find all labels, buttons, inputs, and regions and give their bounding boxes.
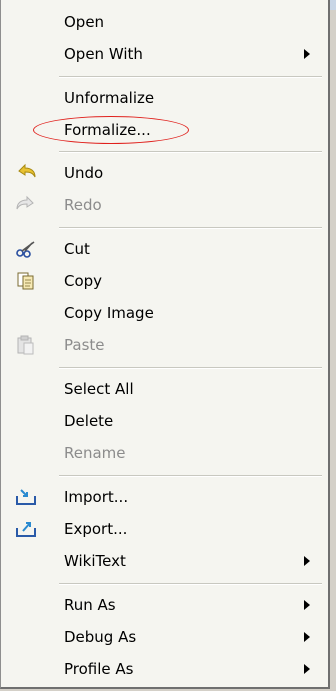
- menu-item-paste[interactable]: Paste: [1, 330, 327, 360]
- menu-separator: [59, 76, 322, 78]
- menu-item-label: Copy: [64, 272, 103, 290]
- import-icon: [15, 486, 37, 508]
- menu-item-cut[interactable]: Cut: [1, 234, 327, 264]
- menu-item-export[interactable]: Export...: [1, 514, 327, 544]
- menu-separator: [59, 367, 322, 369]
- context-menu: Open Open With Unformalize Formalize... …: [0, 0, 330, 689]
- menu-separator: [59, 151, 322, 153]
- menu-item-label: Paste: [64, 336, 105, 354]
- menu-item-open[interactable]: Open: [1, 7, 327, 37]
- undo-icon: [15, 162, 37, 184]
- submenu-arrow-icon: [304, 664, 310, 674]
- menu-item-label: Unformalize: [64, 89, 155, 107]
- menu-separator: [59, 475, 322, 477]
- copy-icon: [15, 270, 37, 292]
- menu-separator: [59, 227, 322, 229]
- export-icon: [15, 518, 37, 540]
- menu-item-label: Cut: [64, 240, 90, 258]
- annotation-circle: [33, 116, 189, 144]
- menu-item-unformalize[interactable]: Unformalize: [1, 83, 327, 113]
- menu-separator: [59, 583, 322, 585]
- menu-item-wikitext[interactable]: WikiText: [1, 546, 327, 576]
- menu-item-label: Select All: [64, 380, 134, 398]
- menu-item-label: Export...: [64, 520, 128, 538]
- menu-item-undo[interactable]: Undo: [1, 158, 327, 188]
- submenu-arrow-icon: [304, 600, 310, 610]
- menu-item-select-all[interactable]: Select All: [1, 374, 327, 404]
- menu-item-open-with[interactable]: Open With: [1, 39, 327, 69]
- menu-item-label: Run As: [64, 596, 116, 614]
- submenu-arrow-icon: [304, 556, 310, 566]
- redo-icon: [15, 194, 37, 216]
- menu-item-copy-image[interactable]: Copy Image: [1, 298, 327, 328]
- menu-item-import[interactable]: Import...: [1, 482, 327, 512]
- menu-item-label: Rename: [64, 444, 126, 462]
- menu-item-label: Import...: [64, 488, 129, 506]
- menu-item-label: Copy Image: [64, 304, 154, 322]
- menu-item-label: Undo: [64, 164, 104, 182]
- menu-item-label: Open With: [64, 45, 143, 63]
- menu-item-label: Debug As: [64, 628, 137, 646]
- menu-item-copy[interactable]: Copy: [1, 266, 327, 296]
- menu-item-label: Profile As: [64, 660, 134, 678]
- menu-item-run-as[interactable]: Run As: [1, 590, 327, 620]
- menu-item-debug-as[interactable]: Debug As: [1, 622, 327, 652]
- scissors-icon: [15, 238, 37, 260]
- menu-item-label: Delete: [64, 412, 114, 430]
- submenu-arrow-icon: [304, 632, 310, 642]
- menu-item-label: Redo: [64, 196, 102, 214]
- menu-item-redo[interactable]: Redo: [1, 190, 327, 220]
- menu-item-delete[interactable]: Delete: [1, 406, 327, 436]
- menu-item-rename[interactable]: Rename: [1, 438, 327, 468]
- menu-item-label: Open: [64, 13, 105, 31]
- menu-item-profile-as[interactable]: Profile As: [1, 654, 327, 684]
- submenu-arrow-icon: [304, 49, 310, 59]
- menu-item-label: WikiText: [64, 552, 126, 570]
- paste-icon: [15, 334, 37, 356]
